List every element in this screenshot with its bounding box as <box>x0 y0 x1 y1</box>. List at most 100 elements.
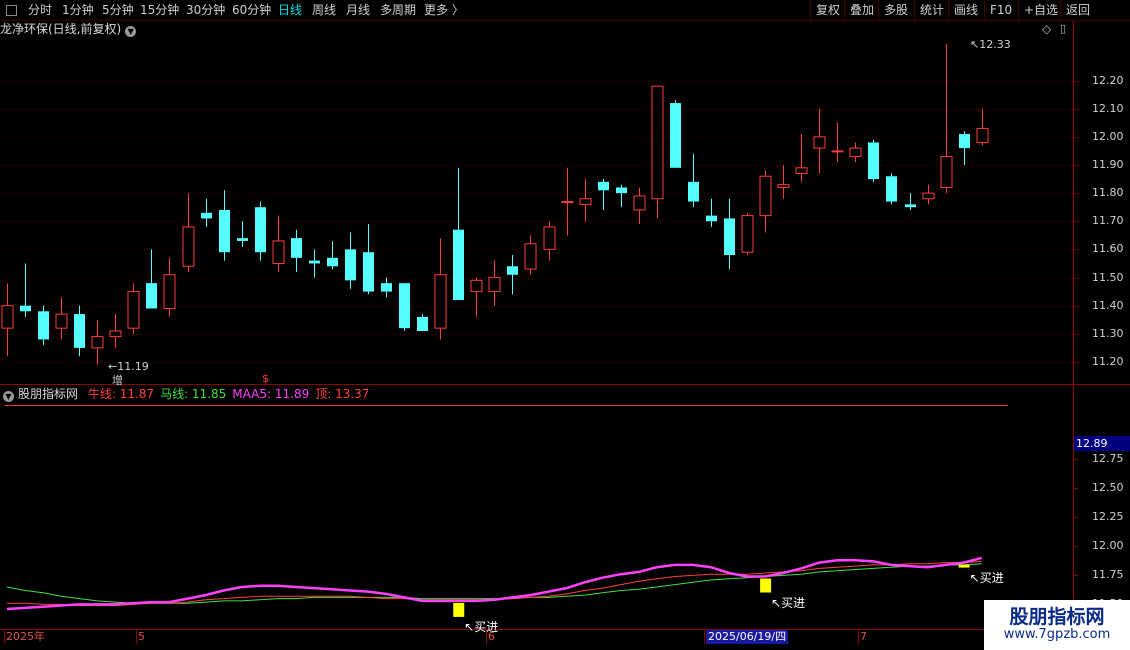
price-tick-label: 12.10 <box>1092 101 1124 115</box>
candle[interactable] <box>127 283 140 334</box>
date-label: 5 <box>138 630 145 643</box>
buy-signal-bar[interactable] <box>760 578 772 593</box>
candle[interactable] <box>670 100 681 168</box>
candle[interactable] <box>434 238 447 340</box>
event-badge[interactable]: $ <box>262 372 269 385</box>
buy-signal-bar[interactable] <box>453 602 465 617</box>
candle[interactable] <box>795 134 808 182</box>
kline-chart[interactable] <box>0 0 1130 650</box>
legend-item-0: 牛线: 11.87 <box>87 387 155 401</box>
date-label: 2025/06/19/四 <box>706 630 789 644</box>
candle[interactable] <box>886 173 897 205</box>
price-tick-label: 11.70 <box>1092 213 1124 227</box>
candle[interactable] <box>959 131 970 165</box>
horse-line <box>6 563 982 604</box>
candle[interactable] <box>91 319 104 365</box>
candle[interactable] <box>831 122 844 163</box>
candle[interactable] <box>146 249 157 309</box>
buy-signal-label: ↖买进 <box>771 595 806 610</box>
candle[interactable] <box>616 184 627 208</box>
candle[interactable] <box>20 263 31 317</box>
candle[interactable] <box>219 190 230 261</box>
price-tick-label: 11.80 <box>1092 185 1124 199</box>
buy-signal-label: ↖买进 <box>969 570 1004 585</box>
candle[interactable] <box>327 240 338 270</box>
diamond-icon[interactable]: ◇ <box>1042 22 1051 36</box>
price-tick-label: 11.60 <box>1092 241 1124 255</box>
watermark-title: 股朋指标网 <box>1009 606 1105 628</box>
candle[interactable] <box>706 198 717 227</box>
indicator-tick-label: 12.00 <box>1092 538 1124 552</box>
candle[interactable] <box>561 167 574 236</box>
candle[interactable] <box>579 179 592 222</box>
candle[interactable] <box>688 153 699 208</box>
candle[interactable] <box>272 215 285 272</box>
price-tick-label: 11.20 <box>1092 354 1124 368</box>
legend-item-2: MAA5: 11.89 <box>232 387 310 401</box>
site-watermark: 股朋指标网 www.7gpzb.com <box>984 600 1130 650</box>
date-label: 6 <box>488 630 495 643</box>
candle[interactable] <box>363 224 374 295</box>
candle[interactable] <box>255 201 266 261</box>
watermark-url: www.7gpzb.com <box>1003 627 1111 642</box>
price-tick-label: 11.30 <box>1092 326 1124 340</box>
candle[interactable] <box>453 167 464 301</box>
candle[interactable] <box>598 179 609 210</box>
candle[interactable] <box>813 108 826 174</box>
indicator-tick-label: 12.50 <box>1092 480 1124 494</box>
price-tick-label: 11.90 <box>1092 157 1124 171</box>
candle[interactable] <box>109 314 122 348</box>
chevron-down-icon[interactable]: ▼ <box>3 391 14 402</box>
candle[interactable] <box>741 212 754 256</box>
candle[interactable] <box>849 142 862 163</box>
candle[interactable] <box>163 257 176 317</box>
candle[interactable] <box>345 232 356 289</box>
candle[interactable] <box>74 305 85 357</box>
candle[interactable] <box>759 170 772 233</box>
indicator-legend: ▼ 股朋指标网 牛线: 11.87 马线: 11.85 MAA5: 11.89 顶: 1… <box>0 386 369 402</box>
candle[interactable] <box>488 260 501 306</box>
candle[interactable] <box>724 198 735 270</box>
indicator-tick-label: 12.75 <box>1092 451 1124 465</box>
candle[interactable] <box>633 187 646 225</box>
candle[interactable] <box>381 277 392 298</box>
candle[interactable] <box>237 221 248 247</box>
price-tick-label: 12.00 <box>1092 129 1124 143</box>
current-value-box: 12.89 <box>1074 436 1130 451</box>
candle[interactable] <box>38 305 49 346</box>
candle[interactable] <box>417 314 428 331</box>
candle[interactable] <box>922 184 935 205</box>
panel-toggle-icon[interactable]: ▯ <box>1060 22 1066 35</box>
candle[interactable] <box>55 297 68 340</box>
current-value: 12.89 <box>1076 437 1108 450</box>
price-tick-label: 11.40 <box>1092 298 1124 312</box>
high-price-label: ↖12.33 <box>970 38 1011 51</box>
candle[interactable] <box>905 193 916 210</box>
candle[interactable] <box>1 283 14 357</box>
candle[interactable] <box>868 139 879 182</box>
price-tick-label: 11.50 <box>1092 270 1124 284</box>
indicator-tick-label: 12.25 <box>1092 509 1124 523</box>
candle[interactable] <box>399 283 410 331</box>
legend-item-1: 马线: 11.85 <box>160 387 227 401</box>
candle[interactable] <box>201 198 212 227</box>
candle[interactable] <box>507 255 518 295</box>
maa5-line <box>6 556 983 611</box>
legend-item-3: 顶: 13.37 <box>315 387 370 401</box>
candle[interactable] <box>470 277 483 317</box>
date-label: 7 <box>860 630 867 643</box>
candle[interactable] <box>309 249 320 278</box>
candle[interactable] <box>524 235 537 275</box>
price-tick-label: 12.20 <box>1092 73 1124 87</box>
candle[interactable] <box>543 221 556 261</box>
buy-signal-bar[interactable] <box>958 564 970 568</box>
indicator-name[interactable]: 股朋指标网 <box>18 387 78 401</box>
candle[interactable] <box>651 85 664 219</box>
candle[interactable] <box>182 193 195 272</box>
candle[interactable] <box>976 108 989 146</box>
candle[interactable] <box>291 229 302 272</box>
indicator-tick-label: 11.75 <box>1092 567 1124 581</box>
candle[interactable] <box>940 44 953 194</box>
candle[interactable] <box>777 164 790 199</box>
date-label: 2025年 <box>6 630 45 643</box>
